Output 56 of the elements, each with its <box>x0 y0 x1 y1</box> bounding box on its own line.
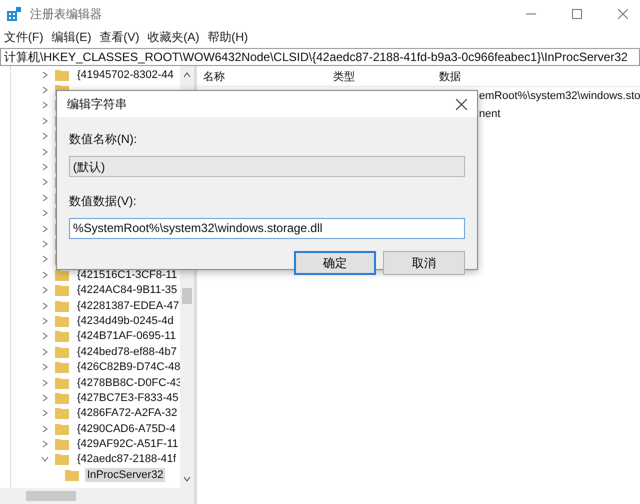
folder-icon <box>55 68 69 81</box>
column-header[interactable]: 名称 <box>197 68 327 84</box>
table-cell: emRoot%\system32\windows.sto <box>479 90 640 102</box>
menu-item[interactable]: 编辑(E) <box>51 28 92 46</box>
dialog-title: 编辑字符串 <box>67 96 127 112</box>
registry-icon <box>6 6 22 22</box>
column-header[interactable]: 类型 <box>327 68 433 84</box>
folder-icon <box>55 422 69 435</box>
tree-item[interactable]: {426C82B9-D74C-48 <box>75 360 182 374</box>
folder-icon <box>55 346 69 358</box>
tree-item[interactable]: {42281387-EDEA-47 <box>75 298 182 313</box>
tree-item[interactable]: {427BC7E3-F833-45 <box>75 390 181 405</box>
folder-icon <box>55 284 69 296</box>
scrollbar-thumb[interactable] <box>182 288 192 304</box>
folder-icon <box>55 314 69 327</box>
scrollbar-thumb[interactable] <box>26 491 76 501</box>
field-label: 数值数据(V): <box>69 193 136 210</box>
tree-item[interactable]: {421516C1-3CF8-11 <box>75 268 180 282</box>
folder-icon <box>55 300 69 312</box>
tree-item[interactable]: {429AF92C-A51F-11 <box>75 437 180 452</box>
column-header[interactable]: 数据 <box>433 68 461 84</box>
value-data-field[interactable]: %SystemRoot%\system32\windows.storage.dll <box>69 218 465 239</box>
menu-item[interactable]: 查看(V) <box>99 28 140 46</box>
value-name-field[interactable]: (默认) <box>69 156 465 177</box>
tree-item[interactable]: {42aedc87-2188-41f <box>75 452 178 466</box>
folder-icon <box>55 407 69 420</box>
scroll-up-icon[interactable] <box>183 72 191 78</box>
menu-item[interactable]: 文件(F) <box>4 28 44 46</box>
maximize-icon[interactable] <box>572 9 582 19</box>
horizontal-scrollbar[interactable] <box>0 488 194 504</box>
tree-item[interactable]: {4224AC84-9B11-35 <box>75 283 180 298</box>
folder-icon <box>55 438 69 450</box>
folder-icon <box>55 392 69 404</box>
window-title: 注册表编辑器 <box>30 6 102 22</box>
menu-item[interactable]: 帮助(H) <box>207 28 248 46</box>
tree-item[interactable]: {4278BB8C-D0FC-43 <box>75 376 184 390</box>
tree-item[interactable]: InProcServer32 <box>85 468 166 482</box>
folder-icon <box>55 330 69 342</box>
cancel-button[interactable]: 取消 <box>383 251 465 275</box>
scroll-down-icon[interactable] <box>183 476 191 482</box>
table-cell: nent <box>479 108 500 120</box>
close-icon[interactable] <box>456 98 467 110</box>
tree-item[interactable]: {4290CAD6-A75D-4 <box>75 422 178 436</box>
folder-icon <box>55 376 69 388</box>
tree-item[interactable]: {4286FA72-A2FA-32 <box>75 406 180 420</box>
folder-icon <box>65 468 79 481</box>
menu-item[interactable]: 收藏夹(A) <box>147 28 200 46</box>
tree-item[interactable]: {424B71AF-0695-11 <box>75 329 178 344</box>
tree-item[interactable]: {4234d49b-0245-4d <box>75 314 176 328</box>
tree-item[interactable]: {41945702-8302-44 <box>75 68 176 82</box>
field-label: 数值名称(N): <box>69 131 137 148</box>
address-bar[interactable]: 计算机\HKEY_CLASSES_ROOT\WOW6432Node\CLSID\{42aedc87-2188-41fd-b9a3-0c966feabec1}\InProcServer32 <box>0 48 640 66</box>
folder-icon <box>55 361 69 374</box>
tree-item[interactable]: {424bed78-ef88-4b7 <box>75 344 179 359</box>
folder-icon <box>55 453 69 466</box>
ok-button[interactable]: 确定 <box>294 251 376 275</box>
